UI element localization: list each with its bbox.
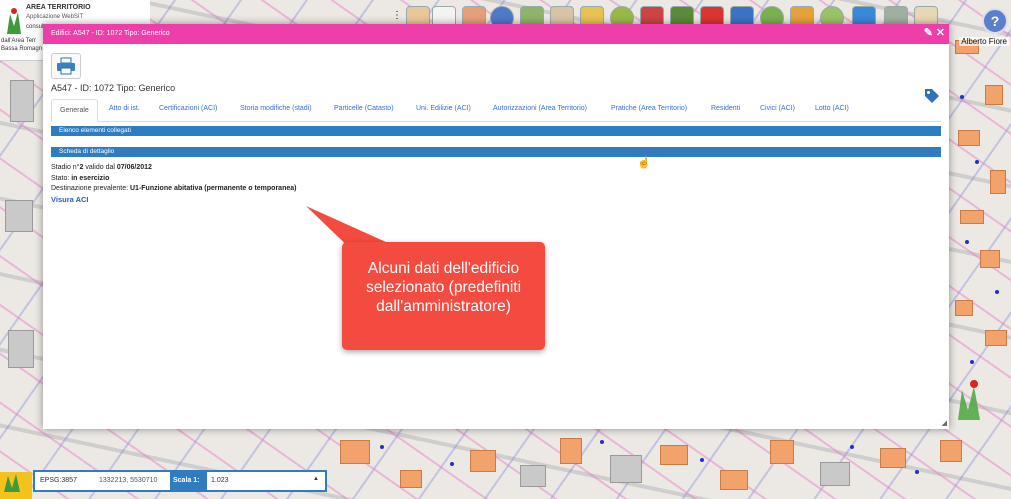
tab-storia-modifiche[interactable]: Storia modifiche (stadi): [240, 105, 312, 112]
visura-aci-link[interactable]: Visura ACI: [51, 195, 89, 204]
dialog-title: Edifici: A547 - ID: 1072 Tipo: Generico: [51, 30, 170, 37]
hand-cursor-icon: ☝: [637, 157, 651, 169]
app-line-2: dall'Area Terr: [1, 38, 37, 44]
detail-stadio: Stadio n°2 valido dal 07/06/2012: [51, 164, 152, 171]
app-name: AREA TERRITORIO: [26, 4, 91, 11]
detail-tabs: Generale Atto di ist. Certificazioni (AC…: [51, 99, 941, 122]
pin-icon[interactable]: ✎: [924, 26, 933, 40]
help-icon[interactable]: ?: [982, 8, 1008, 34]
tab-generale[interactable]: Generale: [51, 99, 98, 122]
resize-handle-icon[interactable]: ◢: [942, 419, 947, 427]
app-line-3: Bassa Romagn: [1, 46, 43, 52]
app-subtitle: Applicazione WebSIT: [26, 14, 84, 20]
detail-stato: Stato: in esercizio: [51, 175, 110, 182]
tab-lotto[interactable]: Lotto (ACI): [815, 105, 849, 112]
scale-label: Scala 1:: [170, 472, 207, 490]
tab-atto-ist[interactable]: Atto di ist.: [109, 105, 140, 112]
close-icon[interactable]: ✕: [936, 26, 945, 40]
section-linked-elements[interactable]: Elenco elementi collegati: [51, 126, 941, 136]
dialog-header: Edifici: A547 - ID: 1072 Tipo: Generico …: [43, 24, 949, 44]
building-detail-dialog: Edifici: A547 - ID: 1072 Tipo: Generico …: [43, 24, 949, 429]
coordinate-bar: EPSG:3857 1332213, 5530710 Scala 1: 1.02…: [33, 470, 327, 492]
tab-residenti[interactable]: Residenti: [711, 105, 740, 112]
tab-particelle[interactable]: Particelle (Catasto): [334, 105, 394, 112]
detail-destinazione: Destinazione prevalente: U1-Funzione abi…: [51, 185, 297, 192]
section-detail-card[interactable]: Scheda di dettaglio: [51, 147, 941, 157]
area-territorio-map-logo-icon: [958, 380, 980, 420]
user-name[interactable]: Alberto Fiore: [959, 37, 1009, 46]
area-territorio-logo-icon: [7, 8, 21, 34]
coordinates-readout: 1332213, 5530710: [99, 477, 158, 484]
tab-pratiche[interactable]: Pratiche (Area Territorio): [611, 105, 687, 112]
scale-input[interactable]: 1.023: [211, 477, 229, 484]
printer-icon: [57, 57, 75, 75]
tab-certificazioni[interactable]: Certificazioni (ACI): [159, 105, 217, 112]
websit-logo-icon: [0, 472, 32, 499]
tab-civici[interactable]: Civici (ACI): [760, 105, 795, 112]
annotation-callout: Alcuni dati dell'edificio selezionato (p…: [342, 242, 545, 350]
callout-text: Alcuni dati dell'edificio selezionato (p…: [365, 260, 522, 315]
tab-autorizzazioni[interactable]: Autorizzazioni (Area Territorio): [493, 105, 587, 112]
app-line-1: consul: [26, 24, 44, 30]
tab-uni-edilizie[interactable]: Uni. Edilizie (ACI): [416, 105, 471, 112]
print-button[interactable]: [51, 53, 81, 79]
epsg-selector[interactable]: EPSG:3857: [40, 477, 77, 484]
dialog-subtitle: A547 - ID: 1072 Tipo: Generico: [51, 83, 176, 93]
chevron-up-icon[interactable]: ▲: [313, 476, 319, 482]
